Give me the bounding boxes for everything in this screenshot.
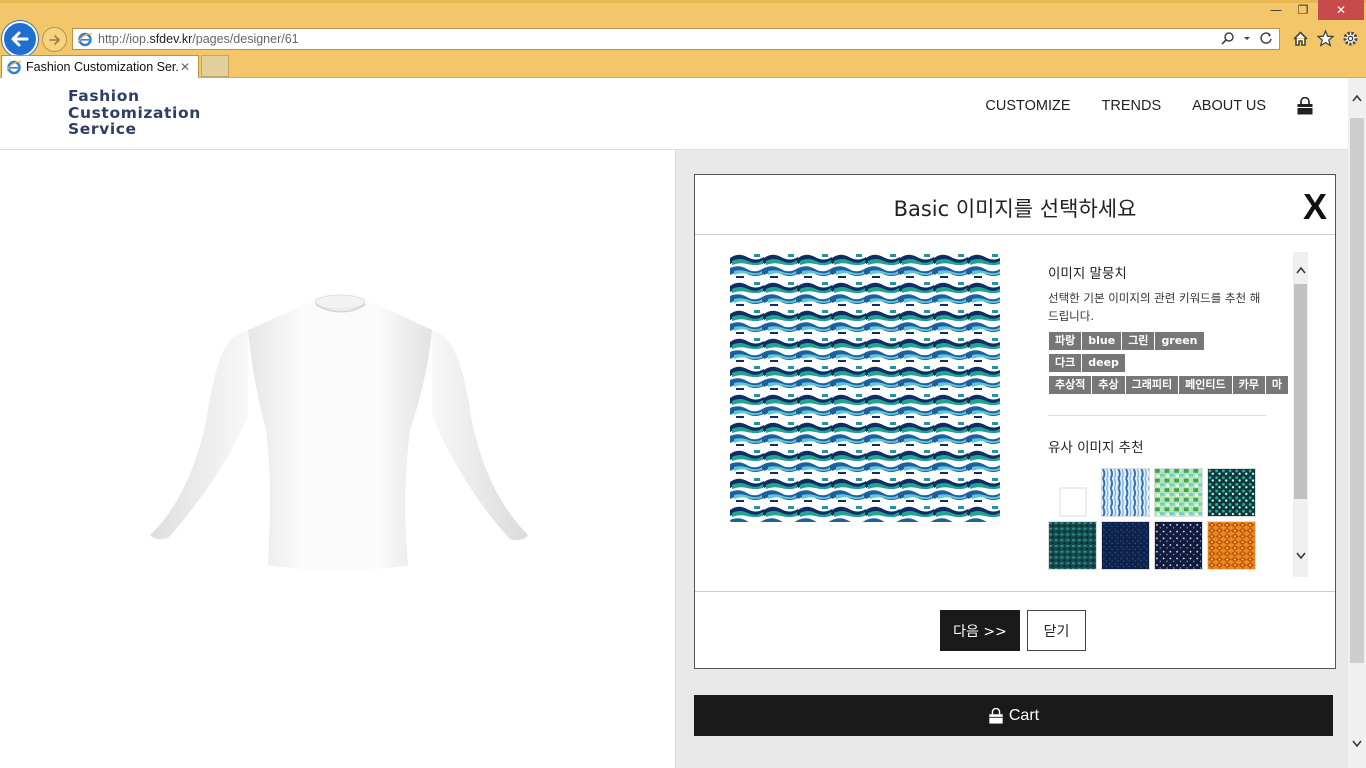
forward-arrow-icon [48, 34, 60, 45]
keyword-tag[interactable]: 다크 [1048, 353, 1083, 373]
next-button[interactable]: 다음 >> [940, 610, 1020, 651]
keyword-tag[interactable]: 그래피티 [1124, 375, 1180, 395]
modal-scrollbar[interactable] [1293, 252, 1308, 577]
modal-body: 이미지 말뭉치 선택한 기본 이미지의 관련 키워드를 추천 해드립니다. 파랑… [695, 235, 1335, 591]
modal-close-button[interactable]: X [1303, 185, 1327, 229]
selected-pattern-image[interactable] [730, 252, 1000, 522]
keyword-tags: 파랑 blue 그린 green 다크 deep 추상적 추상 그래피티 페인티드 카무 마 [1048, 329, 1293, 395]
minimize-button[interactable]: — [1263, 0, 1289, 20]
window-close-button[interactable]: ✕ [1318, 0, 1364, 20]
cart-label: Cart [1008, 706, 1040, 724]
refresh-icon[interactable] [1259, 31, 1273, 45]
url-text: http://iop.sfdev.kr/pages/designer/61 [98, 32, 299, 46]
similar-thumb-green-mosaic[interactable] [1154, 468, 1203, 517]
keywords-title: 이미지 말뭉치 [1048, 266, 1127, 282]
similar-images-grid [1048, 468, 1293, 570]
close-button[interactable]: 닫기 [1027, 610, 1086, 651]
keyword-tag[interactable]: green [1154, 331, 1205, 351]
browser-chrome: — ❐ ✕ http://iop.sfdev.kr/pages/designer… [0, 0, 1366, 78]
modal-header: Basic 이미지를 선택하세요 X [695, 175, 1335, 235]
logo-line: Fashion [68, 87, 140, 105]
logo-line: Customization [68, 103, 201, 122]
chevron-down-icon[interactable] [1293, 548, 1308, 563]
tab-title: Fashion Customization Ser... [26, 60, 180, 74]
image-info-column: 이미지 말뭉치 선택한 기본 이미지의 관련 키워드를 추천 해드립니다. 파랑… [1048, 252, 1293, 577]
similar-images-title: 유사 이미지 추천 [1048, 440, 1144, 456]
forward-button[interactable] [42, 27, 67, 52]
star-icon[interactable] [1317, 30, 1334, 47]
keyword-tag[interactable]: deep [1081, 353, 1126, 373]
keyword-tag[interactable]: 파랑 [1048, 331, 1083, 351]
main-nav: CUSTOMIZE TRENDS ABOUT US [954, 97, 1314, 115]
chevron-up-icon[interactable] [1293, 262, 1308, 277]
keyword-tag[interactable]: 페인티드 [1178, 375, 1233, 395]
design-viewer[interactable] [0, 150, 676, 768]
nav-trends[interactable]: TRENDS [1102, 98, 1162, 114]
keyword-tag[interactable]: 그린 [1121, 331, 1156, 351]
customize-panel: Basic 이미지를 선택하세요 X 이미지 말뭉치 선택한 기본 이미지의 관… [676, 150, 1348, 768]
keyword-tag[interactable]: 마 [1264, 375, 1289, 395]
nav-customize[interactable]: CUSTOMIZE [985, 98, 1070, 114]
page-scrollbar[interactable] [1348, 78, 1366, 768]
modal-title: Basic 이미지를 선택하세요 [893, 197, 1137, 221]
title-bar [0, 0, 1366, 3]
shirt-3d-preview[interactable] [148, 290, 532, 590]
keyword-tag[interactable]: 추상 [1091, 375, 1126, 395]
address-bar[interactable]: http://iop.sfdev.kr/pages/designer/61 [72, 28, 1280, 50]
chevron-down-icon[interactable] [1352, 740, 1362, 748]
keyword-tag[interactable]: 카무 [1231, 375, 1266, 395]
tab-close-button[interactable]: ✕ [180, 60, 194, 74]
similar-thumb-teal-dark[interactable] [1048, 521, 1097, 570]
gear-icon[interactable] [1342, 30, 1359, 47]
similar-thumb-navy[interactable] [1101, 521, 1150, 570]
modal-footer: 다음 >> 닫기 [695, 591, 1335, 669]
back-arrow-icon [11, 31, 29, 47]
modal-scroll-thumb[interactable] [1294, 284, 1307, 499]
section-divider [1048, 415, 1266, 416]
nav-about-us[interactable]: ABOUT US [1192, 98, 1266, 114]
site-logo[interactable]: Fashion Customization Service [68, 88, 201, 138]
ie-icon [6, 60, 22, 75]
home-icon[interactable] [1292, 30, 1309, 47]
shopping-bag-icon[interactable] [1296, 97, 1314, 115]
back-button[interactable] [2, 21, 38, 57]
keyword-tag[interactable]: blue [1081, 331, 1123, 351]
keywords-description: 선택한 기본 이미지의 관련 키워드를 추천 해드립니다. [1048, 291, 1261, 323]
page-scroll-thumb[interactable] [1350, 118, 1364, 663]
logo-line: Service [68, 120, 137, 138]
similar-thumb-orange[interactable] [1207, 521, 1256, 570]
cart-button[interactable]: Cart [694, 695, 1333, 736]
similar-thumb-blank[interactable] [1048, 468, 1097, 517]
address-tools [1221, 31, 1273, 45]
chevron-up-icon[interactable] [1352, 94, 1362, 102]
similar-thumb-dark-dots[interactable] [1154, 521, 1203, 570]
ie-icon [77, 32, 93, 47]
new-tab-button[interactable] [201, 55, 229, 77]
keyword-tag[interactable]: 추상적 [1048, 375, 1093, 395]
dropdown-icon[interactable] [1243, 31, 1251, 45]
basic-image-modal: Basic 이미지를 선택하세요 X 이미지 말뭉치 선택한 기본 이미지의 관… [694, 174, 1336, 669]
site-header: Fashion Customization Service CUSTOMIZE … [0, 78, 1348, 150]
maximize-button[interactable]: ❐ [1290, 0, 1316, 20]
shopping-bag-icon [989, 707, 1003, 724]
search-icon[interactable] [1221, 31, 1235, 45]
similar-thumb-blue-stripes[interactable] [1101, 468, 1150, 517]
browser-tab[interactable]: Fashion Customization Ser... ✕ [1, 55, 199, 78]
similar-thumb-teal-speckle[interactable] [1207, 468, 1256, 517]
browser-toolbar-icons [1292, 30, 1359, 47]
